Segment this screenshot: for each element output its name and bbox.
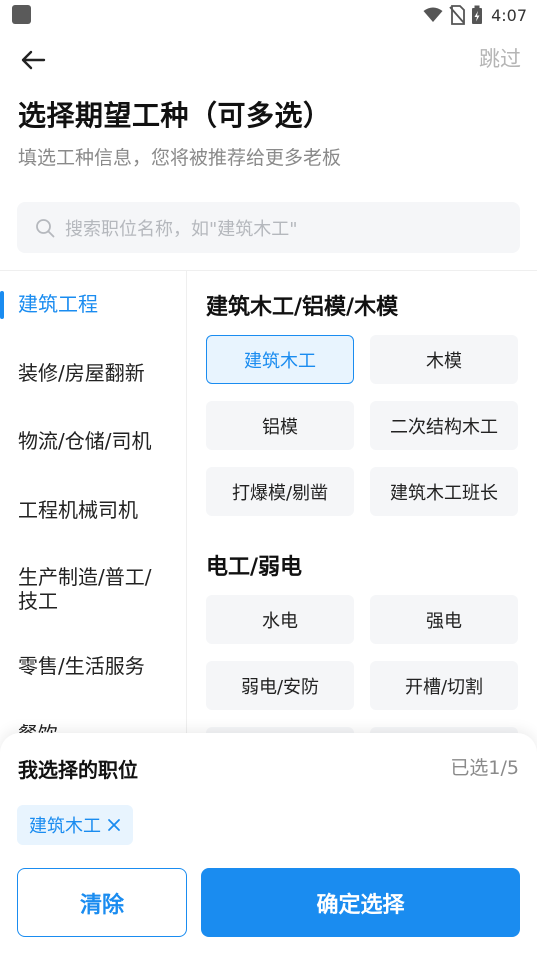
battery-charging-icon bbox=[472, 5, 483, 24]
category-item-logistics[interactable]: 物流/仓储/司机 bbox=[0, 429, 186, 453]
skip-button[interactable]: 跳过 bbox=[479, 43, 521, 73]
job-chip[interactable]: 弱电/安防 bbox=[206, 661, 354, 710]
status-icons: 4:07 bbox=[423, 4, 527, 26]
wifi-icon bbox=[423, 7, 443, 22]
job-chip[interactable]: 二次结构木工 bbox=[370, 401, 518, 450]
close-icon[interactable] bbox=[107, 818, 121, 832]
job-chip[interactable]: 木模 bbox=[370, 335, 518, 384]
job-chip[interactable]: 水电 bbox=[206, 595, 354, 644]
search-icon bbox=[36, 218, 55, 237]
clear-button[interactable]: 清除 bbox=[17, 868, 187, 937]
confirm-button[interactable]: 确定选择 bbox=[201, 868, 520, 937]
app-icon bbox=[12, 5, 31, 24]
status-bar: 4:07 bbox=[0, 0, 537, 30]
back-button[interactable] bbox=[20, 44, 60, 76]
job-chip[interactable]: 铝模 bbox=[206, 401, 354, 450]
job-chip[interactable]: 建筑木工 bbox=[206, 335, 354, 384]
selected-job-tag: 建筑木工 bbox=[17, 805, 133, 845]
group-title-carpentry: 建筑木工/铝模/木模 bbox=[206, 295, 399, 320]
category-item-retail-service[interactable]: 零售/生活服务 bbox=[0, 654, 186, 678]
job-chip[interactable]: 开槽/切割 bbox=[370, 661, 518, 710]
selection-count: 已选1/5 bbox=[450, 757, 519, 779]
search-input[interactable]: 搜索职位名称，如"建筑木工" bbox=[17, 202, 520, 253]
search-placeholder: 搜索职位名称，如"建筑木工" bbox=[65, 218, 298, 240]
category-sidebar: 建筑工程 装修/房屋翻新 物流/仓储/司机 工程机械司机 生产制造/普工/技工 … bbox=[0, 271, 186, 741]
category-item-manufacturing[interactable]: 生产制造/普工/技工 bbox=[0, 565, 170, 613]
no-sim-icon bbox=[449, 5, 465, 25]
group-title-electrician: 电工/弱电 bbox=[206, 555, 303, 580]
category-item-renovation[interactable]: 装修/房屋翻新 bbox=[0, 361, 186, 385]
job-chip[interactable]: 强电 bbox=[370, 595, 518, 644]
status-time: 4:07 bbox=[491, 5, 527, 25]
arrow-left-icon bbox=[21, 50, 46, 70]
selection-title: 我选择的职位 bbox=[18, 758, 138, 782]
page-subtitle: 填选工种信息，您将被推荐给更多老板 bbox=[18, 147, 342, 169]
selected-job-label: 建筑木工 bbox=[29, 816, 101, 837]
job-chip[interactable]: 打爆模/剔凿 bbox=[206, 467, 354, 516]
job-panel: 建筑木工/铝模/木模 建筑木工 木模 铝模 二次结构木工 打爆模/剔凿 建筑木工… bbox=[187, 271, 537, 741]
category-item-machinery-driver[interactable]: 工程机械司机 bbox=[0, 498, 186, 522]
category-item-construction[interactable]: 建筑工程 bbox=[0, 292, 186, 316]
selection-bottom-sheet: 我选择的职位 已选1/5 建筑木工 清除 确定选择 bbox=[0, 733, 537, 954]
job-chip[interactable]: 建筑木工班长 bbox=[370, 467, 518, 516]
page-title: 选择期望工种（可多选） bbox=[18, 99, 332, 132]
